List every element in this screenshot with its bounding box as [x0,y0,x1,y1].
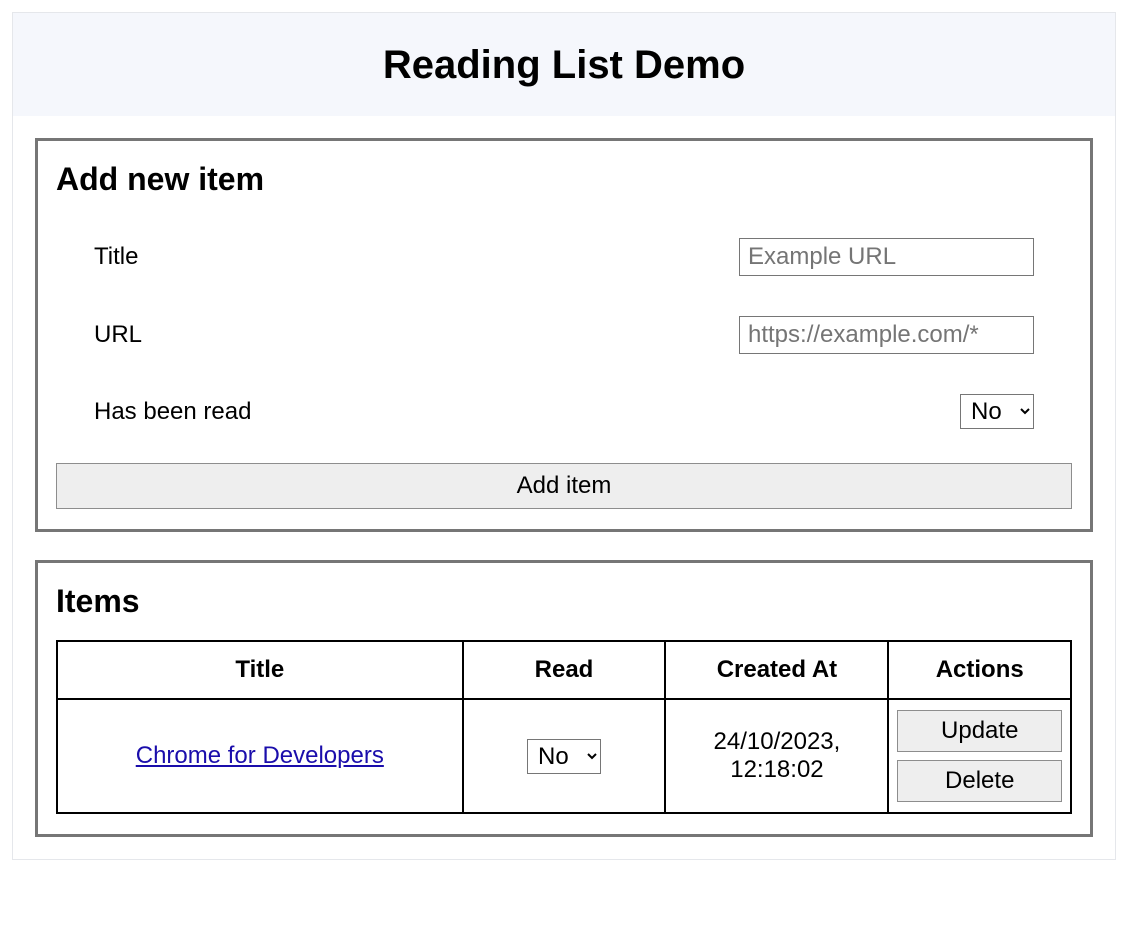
items-heading: Items [56,583,1072,620]
add-item-button[interactable]: Add item [56,463,1072,509]
has-been-read-label: Has been read [94,398,251,426]
cell-actions: Update Delete [888,699,1071,813]
action-button-stack: Update Delete [897,710,1062,802]
app-body: Add new item Title URL Has been read No … [13,116,1115,859]
add-item-heading: Add new item [56,161,1072,198]
item-title-link[interactable]: Chrome for Developers [136,742,384,769]
col-header-title: Title [57,641,463,699]
title-label: Title [94,243,138,271]
update-button[interactable]: Update [897,710,1062,752]
row-read-select[interactable]: No Yes [527,739,601,774]
url-input[interactable] [739,316,1034,354]
app-header: Reading List Demo [13,13,1115,116]
delete-button[interactable]: Delete [897,760,1062,802]
table-row: Chrome for Developers No Yes 24/10/2023,… [57,699,1071,813]
title-input[interactable] [739,238,1034,276]
cell-created-at: 24/10/2023, 12:18:02 [665,699,888,813]
items-table: Title Read Created At Actions Chrome for… [56,640,1072,814]
col-header-read: Read [463,641,666,699]
page-title: Reading List Demo [25,43,1103,88]
form-row-has-been-read: Has been read No Yes [56,374,1072,449]
form-row-title: Title [56,218,1072,296]
url-label: URL [94,321,142,349]
items-panel: Items Title Read Created At Actions Chro… [35,560,1093,837]
has-been-read-select[interactable]: No Yes [960,394,1034,429]
app-frame: Reading List Demo Add new item Title URL… [12,12,1116,860]
table-header-row: Title Read Created At Actions [57,641,1071,699]
col-header-actions: Actions [888,641,1071,699]
cell-title: Chrome for Developers [57,699,463,813]
col-header-created: Created At [665,641,888,699]
form-row-url: URL [56,296,1072,374]
cell-read: No Yes [463,699,666,813]
add-item-panel: Add new item Title URL Has been read No … [35,138,1093,532]
